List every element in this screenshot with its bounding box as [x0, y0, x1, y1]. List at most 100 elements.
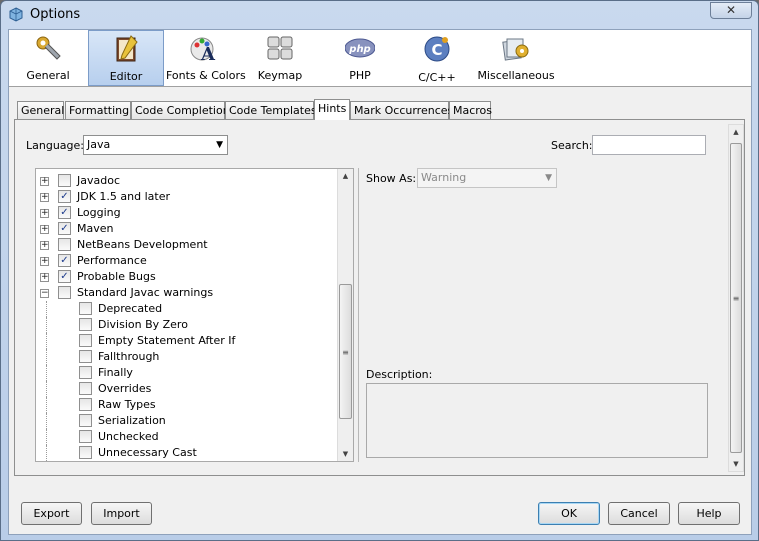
category-editor[interactable]: Editor	[88, 30, 164, 86]
hint-checkbox[interactable]	[58, 286, 71, 299]
tree-guide-line	[46, 445, 47, 461]
help-button[interactable]: Help	[678, 502, 740, 525]
hint-label: Raw Types	[98, 398, 156, 411]
hint-checkbox[interactable]: ✓	[58, 206, 71, 219]
category-cpp[interactable]: C C/C++	[402, 30, 472, 86]
expand-icon[interactable]: +	[40, 193, 49, 202]
language-value: Java	[87, 138, 111, 151]
tab-mark-occurrences[interactable]: Mark Occurrences	[350, 101, 453, 120]
hint-label: Standard Javac warnings	[77, 286, 214, 299]
hint-label: Deprecated	[98, 302, 163, 315]
hint-checkbox[interactable]	[58, 174, 71, 187]
hint-label: Unchecked	[98, 430, 159, 443]
panel-scrollbar[interactable]: ▲ ≡ ▼	[728, 124, 744, 472]
hint-checkbox[interactable]	[79, 366, 92, 379]
hint-label: Fallthrough	[98, 350, 160, 363]
hint-checkbox[interactable]: ✓	[58, 222, 71, 235]
tree-scrollbar[interactable]: ▲ ≡ ▼	[337, 169, 353, 461]
hint-checkbox[interactable]	[79, 334, 92, 347]
expand-icon[interactable]: +	[40, 241, 49, 250]
hint-checkbox[interactable]: ✓	[58, 190, 71, 203]
tree-guide-line	[46, 381, 47, 397]
cpp-icon: C	[424, 36, 450, 62]
netbeans-app-icon	[9, 7, 23, 22]
tab-general[interactable]: General	[17, 101, 64, 120]
search-input[interactable]	[592, 135, 706, 155]
php-icon: php	[345, 38, 375, 58]
category-toolbar: General Editor A Fonts & Colors Keymap p…	[9, 30, 751, 87]
scroll-up-icon[interactable]: ▲	[338, 169, 353, 183]
hint-checkbox[interactable]: ✓	[58, 254, 71, 267]
hint-checkbox[interactable]	[79, 430, 92, 443]
tab-macros[interactable]: Macros	[449, 101, 492, 120]
show-as-label: Show As:	[366, 172, 417, 185]
category-keymap[interactable]: Keymap	[245, 30, 315, 86]
dropdown-arrow-icon: ▼	[216, 140, 223, 150]
tab-hints[interactable]: Hints	[314, 99, 350, 120]
hint-label: Empty Statement After If	[98, 334, 236, 347]
tree-guide-line	[46, 365, 47, 381]
svg-text:php: php	[348, 44, 370, 55]
tree-guide-line	[46, 349, 47, 365]
scroll-down-icon[interactable]: ▼	[729, 457, 743, 471]
hint-label: Overrides	[98, 382, 152, 395]
hint-checkbox[interactable]	[79, 414, 92, 427]
expand-icon[interactable]: +	[40, 225, 49, 234]
export-button[interactable]: Export	[21, 502, 82, 525]
keyboard-icon	[267, 36, 293, 60]
fonts-colors-icon: A	[190, 37, 216, 63]
hint-checkbox[interactable]	[58, 238, 71, 251]
tree-guide-line	[46, 333, 47, 349]
scrollbar-thumb[interactable]: ≡	[339, 284, 352, 419]
expand-icon[interactable]: +	[40, 177, 49, 186]
category-label: PHP	[349, 69, 371, 82]
description-label: Description:	[366, 368, 433, 381]
show-as-select: Warning ▼	[417, 168, 557, 188]
category-label: Fonts & Colors	[166, 69, 246, 82]
close-icon: ✕	[725, 3, 737, 17]
dialog-body: General Editor A Fonts & Colors Keymap p…	[8, 29, 752, 535]
options-window: Options ✕ General Editor A Fonts & Color…	[0, 0, 759, 541]
hint-checkbox[interactable]	[79, 398, 92, 411]
expand-icon[interactable]: +	[40, 257, 49, 266]
hint-checkbox[interactable]: ✓	[58, 270, 71, 283]
expand-icon[interactable]: +	[40, 273, 49, 282]
title-bar[interactable]: Options ✕	[1, 1, 758, 29]
import-button[interactable]: Import	[91, 502, 152, 525]
hint-checkbox[interactable]	[79, 302, 92, 315]
scroll-down-icon[interactable]: ▼	[338, 447, 353, 461]
language-select[interactable]: Java ▼	[83, 135, 228, 155]
tree-guide-line	[46, 397, 47, 413]
scroll-up-icon[interactable]: ▲	[729, 125, 743, 139]
miscellaneous-icon	[502, 38, 529, 61]
hint-checkbox[interactable]	[79, 382, 92, 395]
close-button[interactable]: ✕	[710, 2, 752, 19]
hint-checkbox[interactable]	[79, 350, 92, 363]
category-php[interactable]: php PHP	[325, 30, 395, 86]
description-box	[366, 383, 708, 458]
tab-code-templates[interactable]: Code Templates	[225, 101, 317, 120]
window-title: Options	[30, 7, 81, 22]
expand-icon[interactable]: +	[40, 209, 49, 218]
hints-tree: + Javadoc + ✓ JDK 1.5 and later + ✓ Logging + ✓ Ma…	[35, 168, 354, 462]
hint-label: Serialization	[98, 414, 166, 427]
collapse-icon[interactable]: −	[40, 289, 49, 298]
split-divider[interactable]	[358, 168, 359, 462]
cancel-button[interactable]: Cancel	[608, 502, 670, 525]
tree-guide-line	[46, 413, 47, 429]
category-fonts-colors[interactable]: A Fonts & Colors	[166, 30, 246, 86]
ok-button[interactable]: OK	[538, 502, 600, 525]
category-general[interactable]: General	[11, 30, 85, 86]
hint-checkbox[interactable]	[79, 446, 92, 459]
category-label: C/C++	[418, 71, 456, 84]
hint-label: JDK 1.5 and later	[77, 190, 171, 203]
show-as-value: Warning	[421, 171, 467, 184]
hint-label: Maven	[77, 222, 114, 235]
hint-checkbox[interactable]	[79, 318, 92, 331]
category-miscellaneous[interactable]: Miscellaneous	[477, 30, 555, 86]
hint-label: Performance	[77, 254, 147, 267]
tab-code-completion[interactable]: Code Completion	[131, 101, 230, 120]
scrollbar-thumb[interactable]: ≡	[730, 143, 742, 453]
tab-formatting[interactable]: Formatting	[65, 101, 131, 120]
language-label: Language:	[26, 139, 84, 152]
